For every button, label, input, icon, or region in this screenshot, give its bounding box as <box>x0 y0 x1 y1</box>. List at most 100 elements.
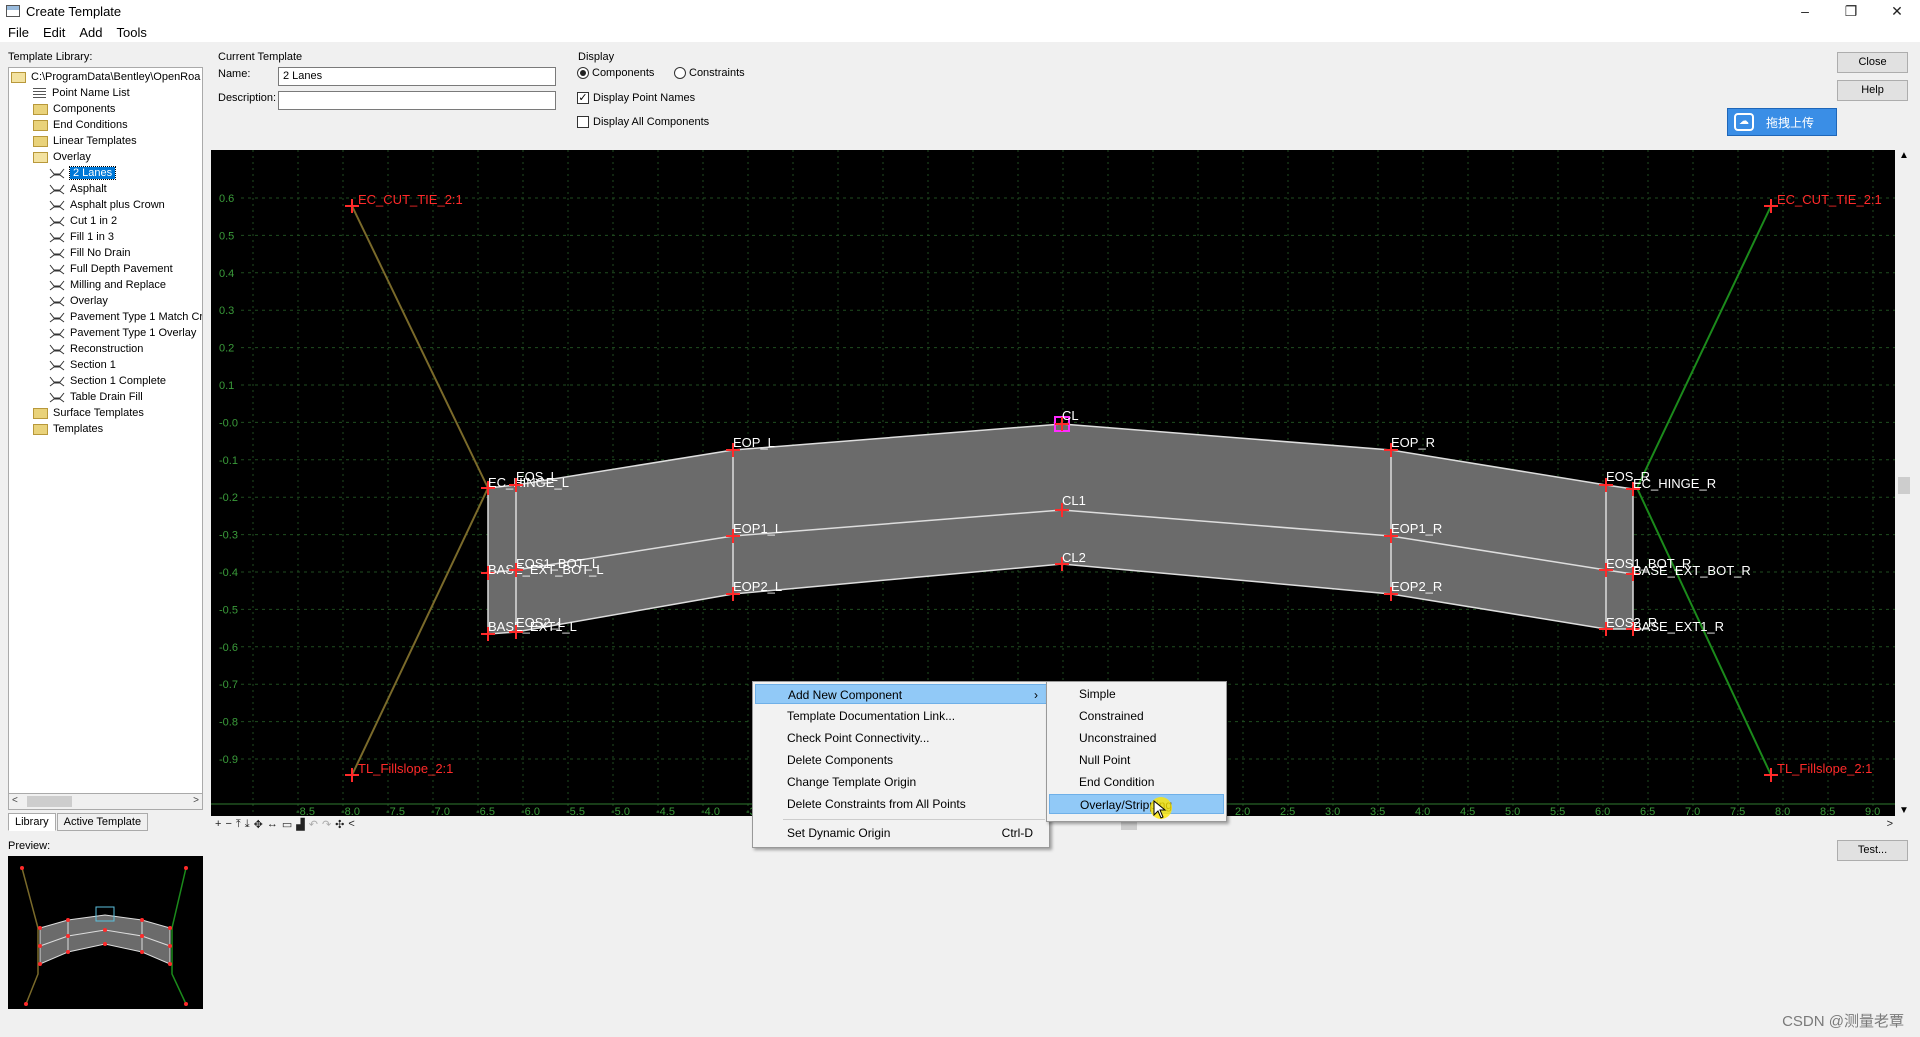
tree-item-template[interactable]: Cut 1 in 2 <box>49 213 117 229</box>
scroll-down-icon[interactable]: ▼ <box>1899 805 1909 816</box>
components-radio[interactable]: Components <box>577 67 654 79</box>
tree-item-linear-templates[interactable]: Linear Templates <box>33 133 137 149</box>
submenu-item-unconstrained[interactable]: Unconstrained <box>1049 728 1224 748</box>
template-description-field[interactable] <box>278 91 556 110</box>
tree-item-overlay-folder[interactable]: Overlay <box>33 149 91 165</box>
extend-icon[interactable]: ↔ <box>267 818 278 830</box>
scroll-thumb[interactable] <box>1898 477 1910 494</box>
window-title: Create Template <box>26 3 122 19</box>
tree-item-template[interactable]: Asphalt plus Crown <box>49 197 165 213</box>
cut-tie-left-line[interactable] <box>351 205 489 489</box>
tree-item-template[interactable]: Full Depth Pavement <box>49 261 173 277</box>
x-tick-label: 8.5 <box>1820 806 1835 816</box>
menu-separator <box>783 819 1045 820</box>
redo-icon[interactable]: ↷ <box>322 818 331 831</box>
x-tick-label: 4.5 <box>1460 806 1475 816</box>
tree-item-template[interactable]: Asphalt <box>49 181 107 197</box>
tree-item-template[interactable]: Fill 1 in 3 <box>49 229 114 245</box>
menu-tools[interactable]: Tools <box>117 25 147 40</box>
constraints-radio-label: Constraints <box>689 67 745 79</box>
tree-item-end-conditions[interactable]: End Conditions <box>33 117 128 133</box>
scroll-left-icon[interactable]: < <box>12 795 18 806</box>
fit-icon[interactable]: ⤒ <box>236 818 241 831</box>
window-icon[interactable]: ▭ <box>282 818 292 831</box>
menu-item-change-template-origin[interactable]: Change Template Origin <box>755 772 1047 792</box>
test-button[interactable]: Test... <box>1837 840 1908 861</box>
submenu-item-simple[interactable]: Simple <box>1049 684 1224 704</box>
help-button[interactable]: Help <box>1837 80 1908 101</box>
template-icon <box>49 392 65 402</box>
menu-item-template-documentation-link[interactable]: Template Documentation Link... <box>755 706 1047 726</box>
chart-icon[interactable]: ▟ <box>296 818 304 831</box>
tree-item-templates[interactable]: Templates <box>33 421 103 437</box>
cut-tie-right-line[interactable] <box>1636 205 1772 489</box>
template-name-field[interactable]: 2 Lanes <box>278 67 556 86</box>
scroll-up-icon[interactable]: ▲ <box>1899 150 1909 161</box>
point-marker-ec-cut-tie-l[interactable] <box>345 199 359 213</box>
x-tick-label: 7.0 <box>1685 806 1700 816</box>
current-template-group: Current Template Name: 2 Lanes Descripti… <box>212 48 562 136</box>
restore-button[interactable]: ❐ <box>1828 0 1874 22</box>
fit-vertical-icon[interactable]: ⤓ <box>245 818 250 831</box>
tab-library[interactable]: Library <box>8 813 56 831</box>
scroll-thumb[interactable] <box>27 796 72 807</box>
menu-item-add-new-component[interactable]: Add New Component › <box>755 684 1047 704</box>
menu-item-set-dynamic-origin[interactable]: Set Dynamic Origin Ctrl-D <box>755 823 1047 843</box>
tree-item-template[interactable]: Section 1 Complete <box>49 373 166 389</box>
tree-item-components[interactable]: Components <box>33 101 115 117</box>
pavement-component[interactable] <box>488 424 1633 634</box>
submenu-item-null-point[interactable]: Null Point <box>1049 750 1224 770</box>
tree-item-template[interactable]: Milling and Replace <box>49 277 166 293</box>
zoom-in-icon[interactable]: + <box>215 818 221 830</box>
tree-item-template[interactable]: Fill No Drain <box>49 245 131 261</box>
menu-add[interactable]: Add <box>79 25 102 40</box>
scroll-left-icon[interactable]: < <box>348 818 354 830</box>
menu-file[interactable]: File <box>8 25 29 40</box>
close-button[interactable]: Close <box>1837 52 1908 73</box>
display-all-components-checkbox[interactable]: Display All Components <box>577 116 709 128</box>
tree-item-label: Fill 1 in 3 <box>70 231 115 243</box>
tree-horizontal-scrollbar[interactable]: < > <box>8 793 203 810</box>
point-marker-tl-fillslope-r[interactable] <box>1764 768 1778 782</box>
minimize-button[interactable]: – <box>1782 0 1828 22</box>
pan-icon[interactable]: ✥ <box>254 818 263 831</box>
constraints-radio[interactable]: Constraints <box>674 67 745 79</box>
tree-item-template[interactable]: Section 1 <box>49 357 116 373</box>
tree-item-point-name-list[interactable]: Point Name List <box>33 85 130 101</box>
display-point-names-checkbox[interactable]: ✓ Display Point Names <box>577 92 695 104</box>
tree-item-template[interactable]: Overlay <box>49 293 108 309</box>
scroll-right-icon[interactable]: > <box>193 795 199 806</box>
scroll-right-icon[interactable]: > <box>1887 818 1893 830</box>
zoom-out-icon[interactable]: − <box>225 818 231 830</box>
tree-item-template[interactable]: Table Drain Fill <box>49 389 143 405</box>
point-label-eos2-r: EOS2_R <box>1606 615 1657 630</box>
tree-root[interactable]: C:\ProgramData\Bentley\OpenRoa <box>11 69 200 85</box>
point-marker-ec-cut-tie-r[interactable] <box>1764 199 1778 213</box>
tree-item-label: Components <box>53 103 116 115</box>
y-tick-label: 0.1 <box>219 380 234 392</box>
tree-item-template[interactable]: Pavement Type 1 Overlay <box>49 325 196 341</box>
menu-item-delete-components[interactable]: Delete Components <box>755 750 1047 770</box>
submenu-item-constrained[interactable]: Constrained <box>1049 706 1224 726</box>
fillslope-left-line[interactable] <box>351 487 489 776</box>
folder-icon <box>33 135 48 147</box>
template-icon <box>49 232 65 242</box>
menu-edit[interactable]: Edit <box>43 25 65 40</box>
tab-active-template[interactable]: Active Template <box>56 813 149 831</box>
move-icon[interactable]: ✣ <box>335 818 344 831</box>
template-library-tree[interactable]: C:\ProgramData\Bentley\OpenRoa Point Nam… <box>8 67 203 810</box>
undo-icon[interactable]: ↶ <box>309 818 318 831</box>
close-window-button[interactable]: ✕ <box>1874 0 1920 22</box>
folder-icon <box>33 103 48 115</box>
tree-item-template[interactable]: Reconstruction <box>49 341 143 357</box>
point-marker-tl-fillslope-l[interactable] <box>345 768 359 782</box>
submenu-item-overlay-stripping[interactable]: Overlay/Stripping <box>1049 794 1224 814</box>
tree-item-surface-templates[interactable]: Surface Templates <box>33 405 144 421</box>
drag-upload-button[interactable]: ☁ 拖拽上传 <box>1727 108 1837 136</box>
menu-item-delete-constraints[interactable]: Delete Constraints from All Points <box>755 794 1047 814</box>
tree-item-template[interactable]: Pavement Type 1 Match Cr <box>49 309 202 325</box>
menu-item-check-point-connectivity[interactable]: Check Point Connectivity... <box>755 728 1047 748</box>
tree-item-template[interactable]: 2 Lanes <box>49 165 117 181</box>
submenu-item-end-condition[interactable]: End Condition <box>1049 772 1224 792</box>
canvas-vertical-scrollbar[interactable]: ▲ ▼ <box>1895 150 1913 816</box>
